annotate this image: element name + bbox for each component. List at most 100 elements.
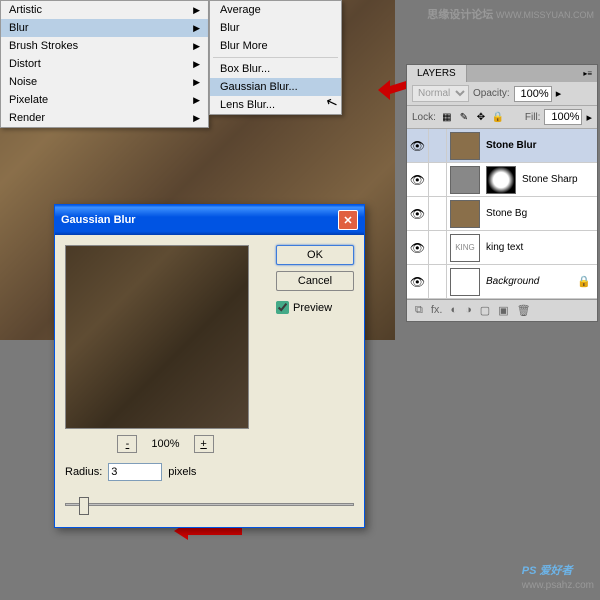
submenu-arrow-icon: ▶ bbox=[193, 59, 200, 70]
zoom-percent: 100% bbox=[151, 438, 179, 450]
radius-row: Radius: pixels bbox=[55, 463, 364, 491]
delete-layer-icon[interactable]: 🗑 bbox=[517, 304, 531, 317]
cancel-button[interactable]: Cancel bbox=[276, 271, 354, 291]
dropdown-arrow-icon[interactable]: ▸ bbox=[586, 111, 592, 124]
lock-icons-group: ▦ ✎ ✥ 🔒 bbox=[440, 110, 505, 124]
link-cell[interactable] bbox=[429, 265, 447, 299]
adjustment-layer-icon[interactable]: ◑ bbox=[465, 304, 472, 317]
layer-name[interactable]: king text bbox=[483, 242, 523, 253]
layers-tab[interactable]: LAYERS bbox=[407, 65, 467, 82]
layer-row[interactable]: 👁 KING king text bbox=[407, 231, 597, 265]
menu-item-render[interactable]: Render▶ bbox=[1, 109, 208, 127]
blur-submenu[interactable]: Average Blur Blur More Box Blur... Gauss… bbox=[209, 0, 342, 115]
layer-thumbnail[interactable]: KING bbox=[450, 234, 480, 262]
layer-row[interactable]: 👁 Background 🔒 bbox=[407, 265, 597, 299]
slider-handle[interactable] bbox=[79, 497, 89, 515]
layer-mask-thumbnail[interactable] bbox=[486, 166, 516, 194]
menu-item-distort[interactable]: Distort▶ bbox=[1, 55, 208, 73]
layer-row[interactable]: 👁 Stone Bg bbox=[407, 197, 597, 231]
preview-area: - 100% + bbox=[65, 245, 266, 453]
preview-checkbox-label: Preview bbox=[293, 302, 332, 314]
zoom-out-button[interactable]: - bbox=[117, 435, 137, 453]
menu-item-artistic[interactable]: Artistic▶ bbox=[1, 1, 208, 19]
layer-thumbnail[interactable] bbox=[450, 268, 480, 296]
layer-group-icon[interactable]: ▢ bbox=[480, 304, 490, 317]
link-cell[interactable] bbox=[429, 163, 447, 197]
blend-opacity-row: Normal Opacity: 100% ▸ bbox=[407, 82, 597, 105]
layer-thumbnail[interactable] bbox=[450, 200, 480, 228]
menu-item-gaussian-blur[interactable]: Gaussian Blur... bbox=[210, 78, 341, 96]
lock-all-icon[interactable]: 🔒 bbox=[491, 110, 505, 124]
blend-mode-select[interactable]: Normal bbox=[412, 85, 469, 102]
layer-name[interactable]: Stone Bg bbox=[483, 208, 527, 219]
menu-item-brush-strokes[interactable]: Brush Strokes▶ bbox=[1, 37, 208, 55]
lock-fill-row: Lock: ▦ ✎ ✥ 🔒 Fill: 100%▸ bbox=[407, 105, 597, 129]
link-cell[interactable] bbox=[429, 129, 447, 163]
visibility-toggle-icon[interactable]: 👁 bbox=[407, 197, 429, 231]
opacity-value[interactable]: 100% bbox=[514, 86, 552, 102]
menu-item-noise[interactable]: Noise▶ bbox=[1, 73, 208, 91]
dialog-buttons: OK Cancel Preview bbox=[276, 245, 354, 453]
submenu-arrow-icon: ▶ bbox=[193, 41, 200, 52]
dialog-titlebar[interactable]: Gaussian Blur ✕ bbox=[55, 205, 364, 235]
watermark-top-sub: WWW.MISSYUAN.COM bbox=[496, 10, 594, 20]
menu-item-pixelate[interactable]: Pixelate▶ bbox=[1, 91, 208, 109]
submenu-arrow-icon: ▶ bbox=[193, 113, 200, 124]
visibility-toggle-icon[interactable]: 👁 bbox=[407, 129, 429, 163]
filter-category-menu[interactable]: Artistic▶ Blur▶ Brush Strokes▶ Distort▶ … bbox=[0, 0, 209, 128]
watermark-top-main: 思缘设计论坛 bbox=[427, 9, 493, 21]
dropdown-arrow-icon[interactable]: ▸ bbox=[556, 87, 562, 100]
panel-menu-icon[interactable]: ▸≡ bbox=[583, 69, 592, 78]
layer-list: 👁 Stone Blur 👁 Stone Sharp 👁 Stone Bg 👁 … bbox=[407, 129, 597, 299]
menu-item-blur-filter[interactable]: Blur bbox=[210, 19, 341, 37]
layer-name[interactable]: Stone Blur bbox=[483, 140, 537, 151]
slider-track bbox=[65, 503, 354, 506]
preview-checkbox-row[interactable]: Preview bbox=[276, 301, 354, 314]
lock-position-icon[interactable]: ✥ bbox=[474, 110, 488, 124]
dialog-title: Gaussian Blur bbox=[61, 214, 136, 226]
preview-image[interactable] bbox=[65, 245, 249, 429]
watermark-bottom-main: PS 爱好者 bbox=[522, 565, 573, 577]
layer-row[interactable]: 👁 Stone Sharp bbox=[407, 163, 597, 197]
new-layer-icon[interactable]: ▣ bbox=[498, 304, 508, 317]
layers-panel-header: LAYERS ▸≡ bbox=[407, 65, 597, 82]
layer-row[interactable]: 👁 Stone Blur bbox=[407, 129, 597, 163]
menu-separator bbox=[213, 57, 338, 58]
layers-panel-footer: ⧉ fx. ◐ ◑ ▢ ▣ 🗑 bbox=[407, 299, 597, 321]
visibility-toggle-icon[interactable]: 👁 bbox=[407, 265, 429, 299]
submenu-arrow-icon: ▶ bbox=[193, 77, 200, 88]
layer-thumbnail[interactable] bbox=[450, 132, 480, 160]
menu-item-blur-more[interactable]: Blur More bbox=[210, 37, 341, 55]
layer-mask-icon[interactable]: ◐ bbox=[450, 304, 457, 317]
layer-thumbnail[interactable] bbox=[450, 166, 480, 194]
radius-slider[interactable] bbox=[65, 495, 354, 513]
layer-name[interactable]: Background bbox=[483, 276, 539, 287]
layer-style-icon[interactable]: fx. bbox=[431, 304, 443, 317]
opacity-label: Opacity: bbox=[473, 88, 510, 99]
menu-item-box-blur[interactable]: Box Blur... bbox=[210, 60, 341, 78]
dialog-body: - 100% + OK Cancel Preview bbox=[55, 235, 364, 463]
gaussian-blur-dialog[interactable]: Gaussian Blur ✕ - 100% + OK Cancel Previ… bbox=[54, 204, 365, 528]
close-button[interactable]: ✕ bbox=[338, 210, 358, 230]
lock-paint-icon[interactable]: ✎ bbox=[457, 110, 471, 124]
menu-item-lens-blur[interactable]: Lens Blur... bbox=[210, 96, 341, 114]
link-layers-icon[interactable]: ⧉ bbox=[415, 304, 423, 317]
ok-button[interactable]: OK bbox=[276, 245, 354, 265]
radius-label: Radius: bbox=[65, 466, 102, 478]
link-cell[interactable] bbox=[429, 197, 447, 231]
lock-transparency-icon[interactable]: ▦ bbox=[440, 110, 454, 124]
preview-checkbox[interactable] bbox=[276, 301, 289, 314]
layers-panel[interactable]: LAYERS ▸≡ Normal Opacity: 100%▸ Lock: ▦ … bbox=[406, 64, 598, 322]
layer-name[interactable]: Stone Sharp bbox=[519, 174, 578, 185]
link-cell[interactable] bbox=[429, 231, 447, 265]
watermark-top: 思缘设计论坛 WWW.MISSYUAN.COM bbox=[427, 6, 594, 22]
zoom-in-button[interactable]: + bbox=[194, 435, 214, 453]
menu-item-blur[interactable]: Blur▶ bbox=[1, 19, 208, 37]
fill-value[interactable]: 100% bbox=[544, 109, 582, 125]
visibility-toggle-icon[interactable]: 👁 bbox=[407, 231, 429, 265]
radius-input[interactable] bbox=[108, 463, 162, 481]
fill-label: Fill: bbox=[525, 112, 541, 123]
visibility-toggle-icon[interactable]: 👁 bbox=[407, 163, 429, 197]
submenu-arrow-icon: ▶ bbox=[193, 5, 200, 16]
menu-item-average[interactable]: Average bbox=[210, 1, 341, 19]
